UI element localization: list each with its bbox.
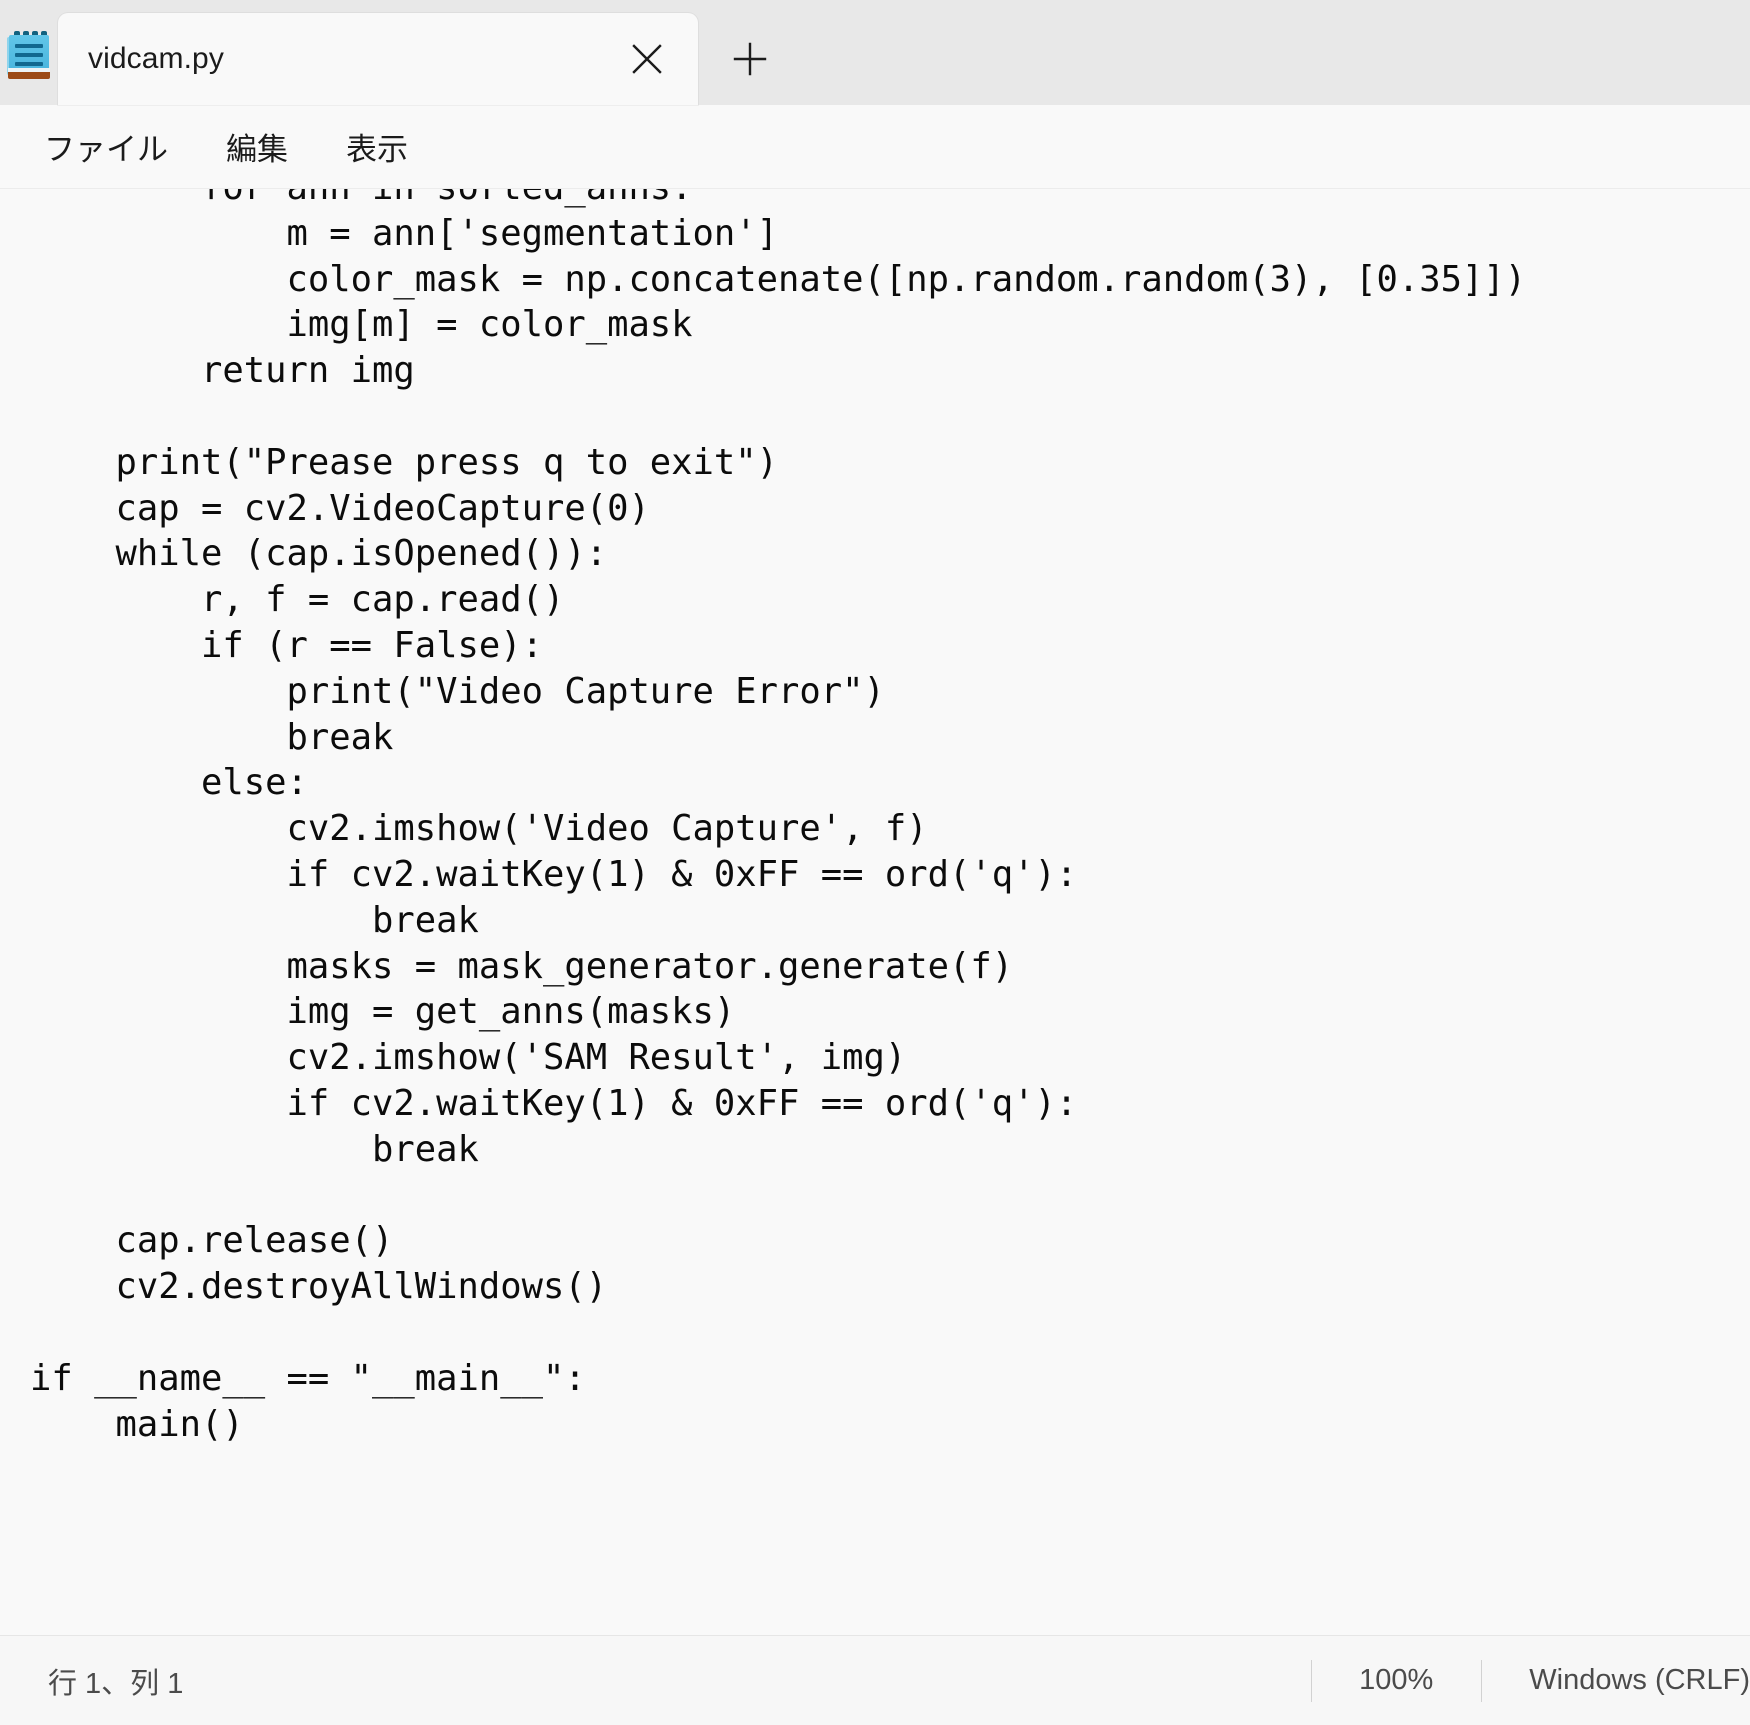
line-ending-status[interactable]: Windows (CRLF) <box>1481 1656 1750 1706</box>
cursor-position-status[interactable]: 行 1、列 1 <box>0 1660 183 1702</box>
menu-bar: ファイル 編集 表示 <box>0 105 1750 189</box>
status-bar: 行 1、列 1 100% Windows (CRLF) <box>0 1635 1750 1725</box>
new-tab-button[interactable] <box>698 13 802 105</box>
menu-item-file[interactable]: ファイル <box>26 116 186 177</box>
plus-icon <box>731 40 769 78</box>
menu-item-edit[interactable]: 編集 <box>208 116 306 177</box>
text-editor-area[interactable]: for ann in sorted_anns: m = ann['segment… <box>0 189 1750 1635</box>
tab-strip: vidcam.py <box>0 0 1750 105</box>
zoom-level-status[interactable]: 100% <box>1311 1656 1481 1706</box>
close-icon[interactable] <box>616 28 678 90</box>
app-icon <box>0 0 58 105</box>
editor-content[interactable]: for ann in sorted_anns: m = ann['segment… <box>30 189 1526 1447</box>
notepad-icon <box>6 27 52 79</box>
tab-title: vidcam.py <box>88 42 224 75</box>
menu-item-view[interactable]: 表示 <box>328 116 426 177</box>
tab-vidcam-py[interactable]: vidcam.py <box>58 13 698 105</box>
notepad-window: vidcam.py ファイル 編集 表示 for ann in sorted_a… <box>0 0 1750 1725</box>
